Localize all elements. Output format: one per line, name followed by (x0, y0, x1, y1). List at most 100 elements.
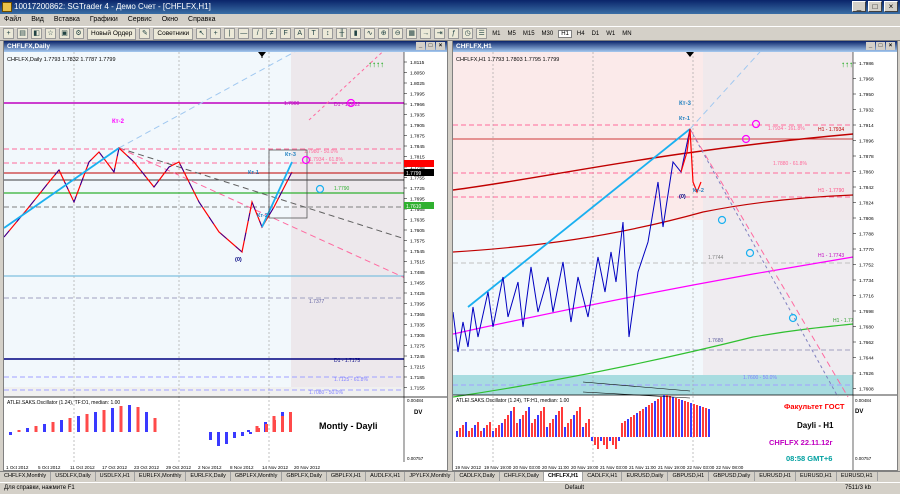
candle-chart-icon[interactable]: ▮ (350, 28, 362, 39)
osc-bar (708, 409, 710, 437)
new-chart-icon[interactable]: + (3, 28, 14, 39)
symbol-tab[interactable]: EURUSD,Daily (622, 472, 669, 481)
maximize-button[interactable]: □ (868, 1, 882, 12)
menu-tools[interactable]: Сервис (128, 14, 152, 26)
osc-bar (209, 432, 212, 440)
symbol-tab[interactable]: USDLFX,H1 (96, 472, 135, 481)
label-icon[interactable]: T (308, 28, 320, 39)
tile-icon[interactable]: ▦ (406, 28, 418, 39)
crosshair-icon[interactable]: + (210, 28, 222, 39)
symbol-tab[interactable]: GBPUSD,H1 (668, 472, 710, 481)
channel-icon[interactable]: ≠ (266, 28, 278, 39)
osc-bar (555, 415, 557, 437)
window-minimize-icon[interactable]: _ (866, 42, 875, 50)
close-button[interactable]: × (884, 1, 898, 12)
terminal-icon[interactable]: ▣ (59, 28, 70, 39)
price-tick: 1.7275 (410, 344, 425, 350)
templates-icon[interactable]: ☰ (476, 28, 488, 39)
symbol-tab[interactable]: EURUSD,H1 (837, 472, 878, 481)
symbol-tab[interactable]: EURUSD,H1 (755, 472, 797, 481)
navigator-icon[interactable]: ☆ (45, 28, 56, 39)
tf-m30[interactable]: M30 (540, 31, 556, 37)
meta-editor-icon[interactable]: ✎ (139, 28, 151, 39)
osc-bar (528, 407, 530, 437)
tf-w1[interactable]: W1 (604, 31, 617, 37)
tf-h4[interactable]: H4 (575, 31, 587, 37)
symbol-tab[interactable]: EURLFX,Daily (186, 472, 231, 481)
symbol-tab[interactable]: EURUSD,H1 (796, 472, 837, 481)
chart-window-h1[interactable]: CHFLFX,H1 _ □ × CHFLFX,H1 1.7793 1.7803 … (452, 40, 898, 471)
tf-m15[interactable]: M15 (521, 31, 537, 37)
osc-bar (600, 437, 602, 441)
line-chart-icon[interactable]: ∿ (364, 28, 376, 39)
zoom-in-icon[interactable]: ⊕ (378, 28, 390, 39)
osc-bar (615, 437, 617, 449)
fibo-icon[interactable]: F (280, 28, 292, 39)
tf-mn[interactable]: MN (620, 31, 633, 37)
new-order-button[interactable]: Новый Ордер (87, 27, 137, 40)
osc-bar (672, 397, 674, 437)
trendline-icon[interactable]: / (252, 28, 264, 39)
window-close-icon[interactable]: × (886, 42, 895, 50)
bar-chart-icon[interactable]: ╫ (336, 28, 348, 39)
price-tick: 1.7515 (410, 260, 425, 266)
date-label: 20 Nov 2012 (294, 465, 320, 470)
window-restore-icon[interactable]: □ (876, 42, 885, 50)
symbol-tab[interactable]: CADLFX,H1 (583, 472, 623, 481)
indicators-icon[interactable]: ƒ (448, 28, 460, 39)
symbol-tab[interactable]: AUDLFX,H1 (366, 472, 406, 481)
symbol-tab[interactable]: GBPUSD,Daily (709, 472, 756, 481)
menu-view[interactable]: Вид (31, 14, 44, 26)
arrows-icon[interactable]: ↕ (322, 28, 334, 39)
wave-label-kt3-h1: Кт-3 (679, 101, 692, 107)
symbol-tab[interactable]: CADLFX,Daily (455, 472, 500, 481)
daily-chart-canvas[interactable]: CHFLFX,Daily 1.7793 1.7832 1.7787 1.7799… (4, 52, 447, 470)
price-tick: 1.7995 (410, 92, 425, 98)
osc-bar (645, 407, 647, 437)
symbol-tab[interactable]: USDLFX,Daily (51, 472, 96, 481)
symbol-tab[interactable]: EURLFX,Monthly (135, 472, 187, 481)
menu-help[interactable]: Справка (188, 14, 215, 26)
periods-icon[interactable]: ◷ (462, 28, 474, 39)
menu-charts[interactable]: Графики (90, 14, 118, 26)
autoscroll-icon[interactable]: → (420, 28, 432, 39)
cursor-icon[interactable]: ↖ (196, 28, 208, 39)
symbol-tab[interactable]: GBPLFX,H1 (327, 472, 367, 481)
overlay-line-4: 08:58 GMT+6 (786, 454, 832, 463)
advisors-button[interactable]: Советники (153, 27, 194, 40)
symbol-tab[interactable]: GBPLFX,Monthly (231, 472, 283, 481)
zoom-out-icon[interactable]: ⊖ (392, 28, 404, 39)
chart-window-daily[interactable]: CHFLFX,Daily _ □ × CHFLFX,Daily 1.7793 1… (3, 40, 448, 471)
window-close-icon[interactable]: × (436, 42, 445, 50)
horizontal-line-icon[interactable]: — (238, 28, 250, 39)
window-minimize-icon[interactable]: _ (416, 42, 425, 50)
text-icon[interactable]: A (294, 28, 306, 39)
symbol-tab[interactable]: CHFLFX,Daily (500, 472, 544, 481)
menu-file[interactable]: Файл (4, 14, 21, 26)
osc-bar (543, 407, 545, 437)
profiles-icon[interactable]: ▤ (17, 28, 28, 39)
symbol-tab[interactable]: GBPLFX,Daily (282, 472, 327, 481)
tf-d1[interactable]: D1 (590, 31, 602, 37)
tf-h1[interactable]: H1 (558, 29, 572, 38)
minimize-button[interactable]: _ (852, 1, 866, 12)
symbol-tab[interactable]: JPYLFX,Monthly (405, 472, 456, 481)
h1-chart-canvas[interactable]: CHFLFX,H1 1.7793 1.7803 1.7795 1.7799 ↑↑… (453, 52, 897, 470)
symbol-tab[interactable]: CHFLFX,Monthly (0, 472, 52, 481)
market-watch-icon[interactable]: ◧ (31, 28, 42, 39)
tester-icon[interactable]: ⚙ (73, 28, 84, 39)
osc-bar (660, 397, 662, 437)
symbol-tab[interactable]: CHFLFX,H1 (543, 472, 584, 481)
tf-m1[interactable]: M1 (490, 31, 502, 37)
tf-m5[interactable]: M5 (506, 31, 518, 37)
vertical-line-icon[interactable]: | (224, 28, 236, 39)
osc-bar (642, 409, 644, 437)
osc-bar (128, 405, 131, 432)
price-tick: 1.7185 (410, 375, 425, 381)
window-restore-icon[interactable]: □ (426, 42, 435, 50)
chart-shift-icon[interactable]: ⇥ (434, 28, 446, 39)
menu-window[interactable]: Окно (162, 14, 178, 26)
osc-dv-label: DV (414, 410, 422, 416)
menu-insert[interactable]: Вставка (54, 14, 80, 26)
osc-bar (702, 407, 704, 437)
